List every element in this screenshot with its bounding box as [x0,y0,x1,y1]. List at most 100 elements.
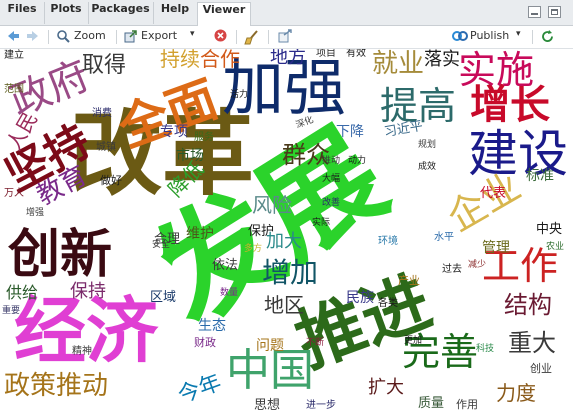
word: 更加 [404,336,423,346]
word: 动力 [348,156,367,166]
word: 数量 [220,288,239,298]
word: 水平 [434,232,454,243]
word: 企业 [440,163,528,241]
toolbar-separator [236,30,237,44]
word: 保持 [70,281,106,302]
word: 有效 [346,49,366,59]
word: 城镇 [96,142,116,153]
back-arrow-icon[interactable] [6,29,20,45]
pane-tab-bar: Files Plots Packages Help Viewer [0,0,573,27]
word: 过去 [442,264,462,275]
word: 增加 [262,256,319,289]
toolbar-separator [116,30,117,44]
word: 实际 [312,218,331,228]
tab-plots[interactable]: Plots [44,2,89,24]
zoom-button[interactable]: Zoom [74,29,106,45]
word: 财政 [194,336,216,349]
refresh-viewer-icon[interactable] [540,29,556,45]
export-icon[interactable] [124,29,138,45]
word-cloud-canvas: 发展 改革 经济 推进 加强 创新 建设 全面 中国 坚持 政府 增长 提高 实… [0,49,573,416]
word: 不断 [306,338,325,348]
word: 推动 [322,156,341,166]
tab-files[interactable]: Files [0,2,45,24]
word: 做好 [100,174,122,187]
tab-packages[interactable]: Packages [88,2,154,24]
word: 思想 [254,398,281,413]
word: 中国 [226,345,314,396]
word: 产业 [398,274,420,287]
word: 落实 [424,49,460,70]
word: 改善 [322,198,341,208]
export-button[interactable]: Export [141,29,177,45]
word: 重要 [2,306,21,316]
word: 进一步 [306,400,336,411]
forward-arrow-icon[interactable] [26,29,40,45]
word: 标准 [526,168,554,184]
toolbar-separator [268,30,269,44]
word: 质量 [418,396,445,411]
word: 下降 [336,124,364,140]
word: 专项 [160,124,188,140]
tab-help[interactable]: Help [153,2,198,24]
word: 持续 [160,49,200,71]
export-dropdown-caret[interactable]: ▾ [190,29,195,45]
word: 扩大 [368,377,404,398]
toolbar-separator [48,30,49,44]
word: 各类 [378,298,398,309]
word: 就业 [372,49,425,79]
word: 服务 [194,132,214,143]
maximize-pane-icon[interactable] [548,6,561,18]
word: 重大 [508,329,556,357]
word: 安全 [152,240,171,250]
word: 民族 [346,290,374,306]
word: 依法 [212,258,239,273]
word: 科技 [476,344,495,354]
publish-dropdown-caret[interactable]: ▾ [516,29,521,45]
word: 取得 [82,53,127,78]
toolbar-separator [532,30,533,44]
word: 万人 [4,188,24,199]
word: 规划 [418,140,437,150]
word: 环境 [378,236,398,247]
word: 政策推动 [4,371,109,401]
word: 创业 [530,362,552,375]
word: 农业 [546,242,565,252]
word: 风险 [252,193,292,217]
word: 保护 [248,224,275,239]
word: 地区 [264,293,304,317]
word: 地方 [270,49,306,68]
word: 大幅 [322,174,341,184]
word: 消费 [92,108,112,119]
word: 项目 [316,49,336,59]
word: 管理 [482,240,510,256]
clear-viewer-icon[interactable] [214,29,228,45]
tab-viewer[interactable]: Viewer [197,2,251,27]
word: 活力 [230,90,249,100]
word: 今年 [174,370,225,409]
publish-icon[interactable] [452,29,468,45]
word: 问题 [256,338,284,354]
word: 生态 [198,318,226,334]
word: 精神 [72,346,92,357]
word: 结构 [504,291,552,319]
word: 增强 [26,208,45,218]
word: 区域 [150,290,177,305]
zoom-icon[interactable] [56,29,72,45]
broom-icon[interactable] [244,29,260,45]
word: 建立 [4,50,24,61]
word: 市场 [176,148,204,164]
refresh-icon[interactable] [278,29,294,45]
publish-button[interactable]: Publish [470,29,509,45]
word: 实施 [458,49,535,92]
word: 代表 [480,186,507,201]
word: 供给 [6,283,39,302]
word: 创新 [8,225,113,285]
word: 范围 [4,84,24,95]
viewer-toolbar: Zoom Export ▾ Publish ▾ [0,26,573,49]
word: 成效 [418,162,437,172]
word: 多方 [244,244,263,254]
word: 力度 [496,381,536,405]
word: 合作 [200,49,240,71]
word: 减少 [468,260,487,270]
minimize-pane-icon[interactable] [528,6,541,18]
